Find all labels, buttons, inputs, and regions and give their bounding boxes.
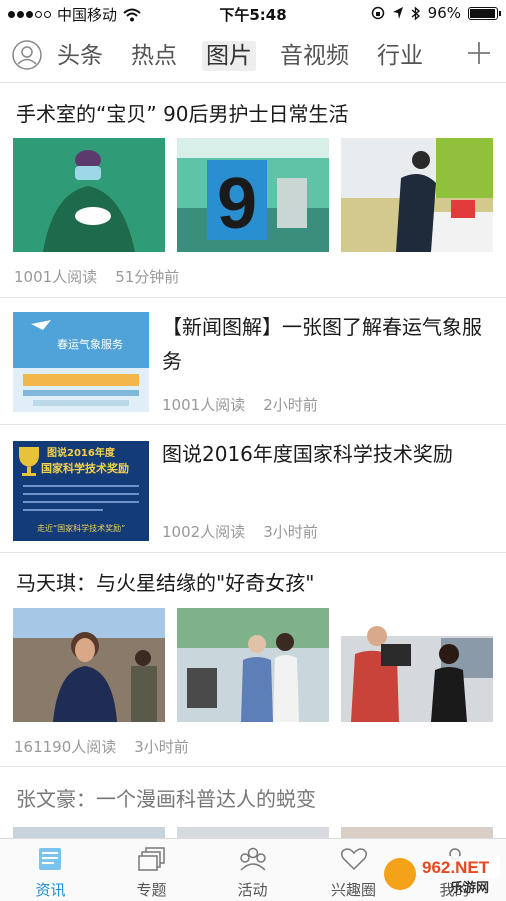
site-watermark-logo: 962.NET 乐游网 bbox=[384, 856, 500, 896]
article-thumbnail: 图说2016年度 国家科学技术奖励 走近“国家科学技术奖励” bbox=[13, 441, 149, 541]
read-count: 161190人阅读 bbox=[14, 738, 117, 756]
list-item[interactable]: 图说2016年度 国家科学技术奖励 走近“国家科学技术奖励” 图说2016年度国… bbox=[0, 425, 506, 553]
tab-hot[interactable]: 热点 bbox=[131, 41, 177, 71]
location-icon bbox=[392, 7, 403, 19]
article-meta: 1001人阅读 2小时前 bbox=[162, 394, 318, 415]
publish-time: 2小时前 bbox=[263, 396, 318, 414]
thumbnail-caption: 走近“国家科学技术奖励” bbox=[37, 523, 125, 533]
publish-time: 3小时前 bbox=[134, 738, 189, 756]
publish-time: 51分钟前 bbox=[115, 268, 180, 286]
article-thumbnail bbox=[341, 138, 493, 252]
article-thumbnail: 春运气象服务 bbox=[13, 312, 149, 412]
news-icon bbox=[39, 848, 61, 870]
nav-label: 活动 bbox=[237, 881, 268, 899]
tab-industry[interactable]: 行业 bbox=[377, 41, 423, 71]
topics-icon bbox=[138, 847, 165, 871]
nav-label: 资讯 bbox=[35, 881, 66, 899]
article-thumbnail: 9 bbox=[177, 138, 329, 252]
publish-time: 3小时前 bbox=[263, 523, 318, 541]
svg-text:乐游网: 乐游网 bbox=[450, 880, 489, 896]
list-item[interactable]: 张文豪：一个漫画科普达人的蜕变 bbox=[0, 767, 506, 839]
svg-text:962.NET: 962.NET bbox=[422, 858, 490, 877]
article-meta: 1001人阅读 51分钟前 bbox=[14, 266, 179, 287]
activity-icon bbox=[240, 847, 266, 871]
battery-icon bbox=[468, 6, 501, 20]
article-thumbnail bbox=[13, 138, 165, 252]
article-meta: 1002人阅读 3小时前 bbox=[162, 521, 318, 542]
article-title: 【新闻图解】一张图了解春运气象服务 bbox=[162, 315, 482, 373]
read-count: 1001人阅读 bbox=[162, 396, 246, 414]
add-channel-icon[interactable] bbox=[466, 40, 492, 66]
thumbnail-caption: 国家科学技术奖励 bbox=[41, 461, 129, 475]
read-count: 1001人阅读 bbox=[14, 268, 98, 286]
status-bar: 中国移动 下午5:48 96% bbox=[0, 0, 506, 28]
tab-audio-video[interactable]: 音视频 bbox=[280, 41, 349, 71]
nav-topics[interactable]: 专题 bbox=[101, 839, 202, 901]
article-title: 马天琪：与火星结缘的"好奇女孩" bbox=[16, 571, 315, 595]
read-count: 1002人阅读 bbox=[162, 523, 246, 541]
battery-percent: 96% bbox=[427, 4, 461, 22]
nav-label: 专题 bbox=[136, 881, 167, 899]
tab-pictures[interactable]: 图片 bbox=[202, 41, 256, 71]
nav-activity[interactable]: 活动 bbox=[202, 839, 303, 901]
article-title: 图说2016年度国家科学技术奖励 bbox=[162, 442, 453, 466]
thumbnail-caption: 图说2016年度 bbox=[47, 446, 116, 459]
bluetooth-icon bbox=[411, 5, 420, 21]
article-title: 手术室的“宝贝” 90后男护士日常生活 bbox=[16, 102, 349, 126]
list-item[interactable]: 马天琪：与火星结缘的"好奇女孩" 161190人阅读 3小时前 bbox=[0, 553, 506, 767]
orientation-lock-icon bbox=[371, 6, 384, 20]
svg-text:9: 9 bbox=[217, 164, 257, 244]
channel-tab-bar: 头条 热点 图片 音视频 行业 bbox=[0, 30, 506, 83]
list-item[interactable]: 春运气象服务 【新闻图解】一张图了解春运气象服务 1001人阅读 2小时前 bbox=[0, 298, 506, 425]
nav-news[interactable]: 资讯 bbox=[0, 839, 101, 901]
heart-icon bbox=[340, 848, 368, 871]
article-meta: 161190人阅读 3小时前 bbox=[14, 736, 189, 757]
user-avatar-icon[interactable] bbox=[12, 40, 42, 70]
list-item[interactable]: 手术室的“宝贝” 90后男护士日常生活 9 1001人阅读 51分钟前 bbox=[0, 84, 506, 298]
article-thumbnail bbox=[177, 608, 329, 722]
article-title: 张文豪：一个漫画科普达人的蜕变 bbox=[16, 787, 316, 811]
tab-headlines[interactable]: 头条 bbox=[57, 41, 103, 71]
article-thumbnail bbox=[341, 608, 493, 722]
thumbnail-caption: 春运气象服务 bbox=[57, 337, 123, 351]
article-thumbnail bbox=[13, 608, 165, 722]
